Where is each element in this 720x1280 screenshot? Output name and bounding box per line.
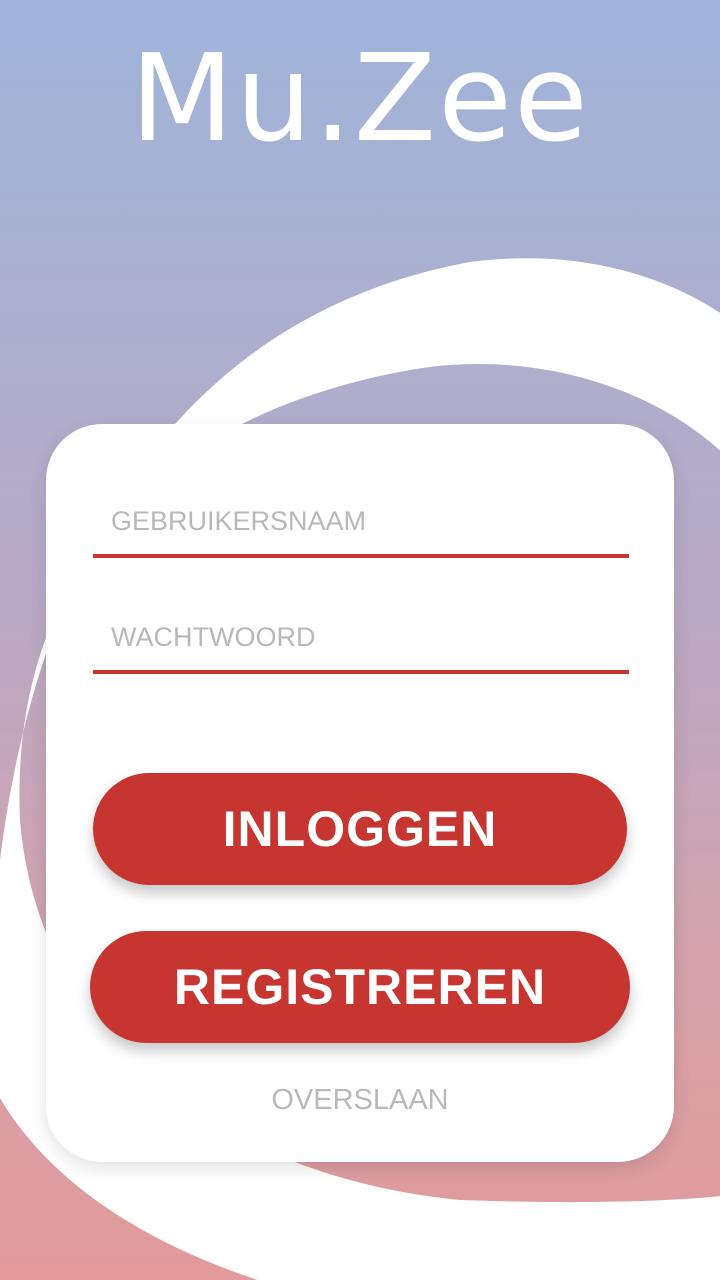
login-card: INLOGGEN REGISTREREN OVERSLAAN [46, 424, 674, 1162]
password-input[interactable] [111, 622, 611, 653]
login-button[interactable]: INLOGGEN [93, 773, 627, 885]
app-logo: Mu.Zee [130, 30, 590, 169]
password-field[interactable] [93, 600, 629, 674]
register-button[interactable]: REGISTREREN [90, 931, 630, 1043]
skip-link[interactable]: OVERSLAAN [46, 1084, 674, 1117]
login-button-label: INLOGGEN [222, 801, 498, 857]
username-input[interactable] [111, 506, 611, 537]
username-field[interactable] [93, 484, 629, 558]
register-button-label: REGISTREREN [173, 959, 547, 1015]
